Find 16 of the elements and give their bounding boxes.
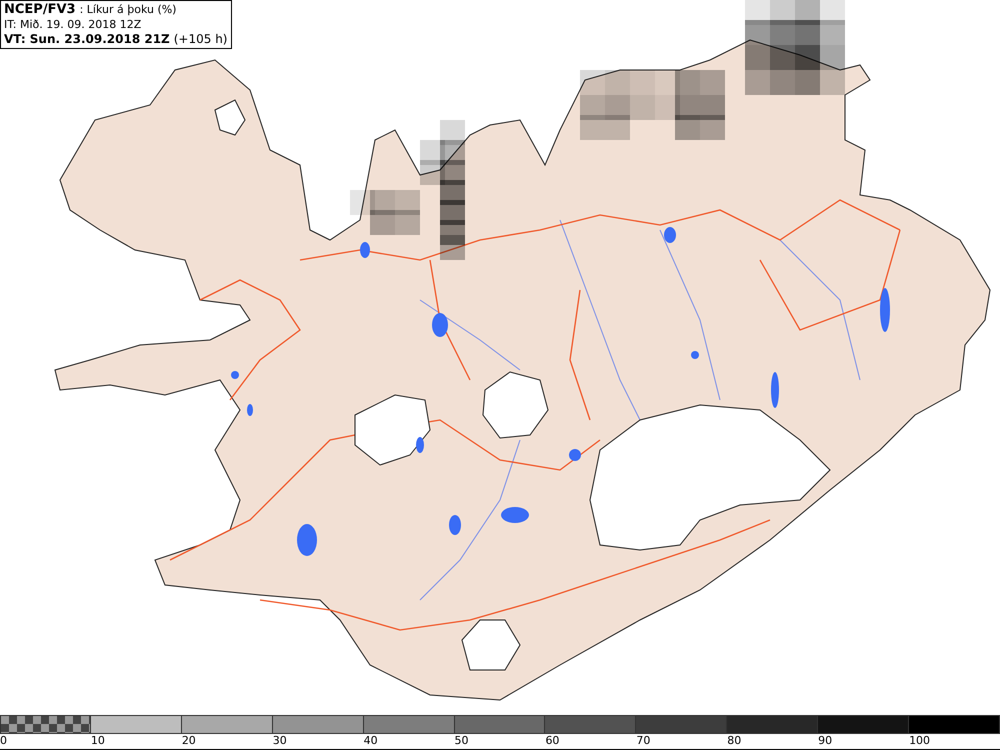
legend-label: 100: [909, 734, 930, 748]
legend-label: 0: [0, 734, 7, 748]
legend-label: 60: [545, 734, 560, 748]
legend-label: 30: [272, 734, 287, 748]
valid-time: VT: Sun. 23.09.2018 21Z: [4, 32, 170, 47]
legend-label: 10: [90, 734, 105, 748]
legend-label: 90: [818, 734, 832, 748]
issue-time: IT: Mið. 19. 09. 2018 12Z: [4, 17, 142, 32]
legend-label: 70: [636, 734, 650, 748]
product-name: : Líkur á þoku (%): [80, 2, 176, 17]
legend-label: 80: [727, 734, 742, 748]
model-name: NCEP/FV3: [4, 2, 76, 17]
forecast-offset: (+105 h): [174, 32, 228, 47]
legend-label: 40: [364, 734, 378, 748]
legend-label: 50: [454, 734, 469, 748]
legend-label: 20: [182, 734, 196, 748]
